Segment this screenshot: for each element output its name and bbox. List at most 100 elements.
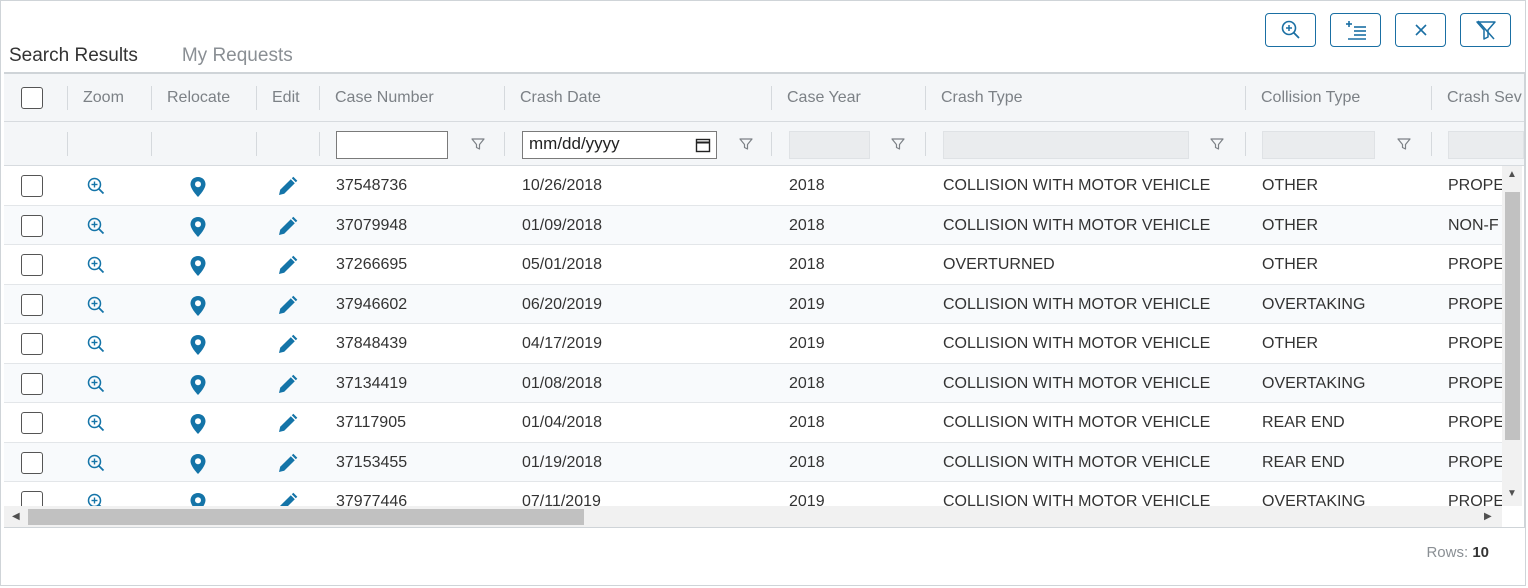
column-header-crash-severity[interactable]: Crash Sev: [1431, 74, 1524, 122]
table-row[interactable]: 37079948 01/09/2018 2018 COLLISION WITH …: [4, 205, 1502, 245]
map-pin-icon[interactable]: [189, 334, 207, 356]
map-pin-icon[interactable]: [189, 176, 207, 198]
crash-date-cell: 10/26/2018: [522, 177, 603, 194]
row-checkbox[interactable]: [21, 214, 43, 237]
close-results-button[interactable]: [1395, 13, 1446, 47]
collision-type-cell: OTHER: [1262, 177, 1318, 194]
column-divider: [1245, 132, 1246, 156]
case-year-cell: 2018: [789, 453, 825, 471]
crash-type-filter-input[interactable]: [943, 131, 1189, 159]
crash-date-filter-input[interactable]: mm/dd/yyyy: [522, 131, 717, 159]
filter-icon[interactable]: [470, 136, 486, 152]
table-row[interactable]: 37266695 05/01/2018 2018 OVERTURNED OTHE…: [4, 245, 1502, 285]
crash-date-cell: 01/19/2018: [522, 453, 603, 471]
scroll-down-arrow-icon[interactable]: ▼: [1507, 488, 1517, 499]
horizontal-scrollbar[interactable]: ◀ ▶: [4, 506, 1502, 527]
row-checkbox[interactable]: [21, 254, 43, 276]
column-header-zoom[interactable]: Zoom: [67, 74, 153, 122]
map-pin-icon[interactable]: [189, 492, 207, 506]
clear-filter-icon: [1475, 20, 1496, 40]
zoom-in-icon[interactable]: [86, 374, 106, 394]
zoom-in-icon[interactable]: [86, 453, 106, 473]
pencil-icon[interactable]: [276, 492, 298, 506]
crash-type-cell: COLLISION WITH MOTOR VEHICLE: [943, 414, 1211, 431]
row-checkbox[interactable]: [21, 175, 43, 197]
row-checkbox[interactable]: [21, 372, 43, 395]
filter-icon[interactable]: [1209, 136, 1225, 152]
pencil-icon[interactable]: [276, 413, 298, 435]
column-header-relocate[interactable]: Relocate: [151, 74, 257, 122]
pencil-icon[interactable]: [276, 374, 298, 396]
column-header-case-year[interactable]: Case Year: [771, 74, 925, 122]
map-pin-icon[interactable]: [189, 374, 207, 396]
column-divider: [1431, 132, 1432, 156]
zoom-in-icon[interactable]: [86, 295, 106, 315]
case-year-cell: 2018: [789, 216, 825, 234]
pencil-icon[interactable]: [276, 453, 298, 475]
calendar-icon[interactable]: [695, 137, 711, 153]
row-checkbox[interactable]: [21, 293, 43, 316]
row-checkbox[interactable]: [21, 451, 43, 474]
column-header-edit[interactable]: Edit: [256, 74, 320, 122]
zoom-in-icon[interactable]: [86, 255, 106, 275]
case-number-cell: 37266695: [336, 256, 408, 273]
select-all-checkbox[interactable]: [21, 87, 43, 109]
row-checkbox[interactable]: [21, 412, 43, 434]
crash-type-cell: COLLISION WITH MOTOR VEHICLE: [943, 177, 1211, 194]
pencil-icon[interactable]: [276, 255, 298, 277]
map-pin-icon[interactable]: [189, 295, 207, 317]
pencil-icon[interactable]: [276, 176, 298, 198]
vertical-scroll-thumb[interactable]: [1505, 192, 1520, 440]
table-row[interactable]: 37117905 01/04/2018 2018 COLLISION WITH …: [4, 403, 1502, 443]
crash-date-cell: 06/20/2019: [522, 295, 603, 313]
case-number-filter-input[interactable]: [336, 131, 448, 159]
table-row[interactable]: 37153455 01/19/2018 2018 COLLISION WITH …: [4, 442, 1502, 482]
map-pin-icon[interactable]: [189, 216, 207, 238]
clear-filters-button[interactable]: [1460, 13, 1511, 47]
pencil-icon[interactable]: [276, 295, 298, 317]
column-header-crash-type[interactable]: Crash Type: [925, 74, 1245, 122]
filter-icon[interactable]: [1396, 136, 1412, 152]
filter-icon[interactable]: [738, 136, 754, 152]
zoom-in-icon[interactable]: [86, 176, 106, 196]
collision-type-filter-input[interactable]: [1262, 131, 1375, 159]
column-header-collision-type[interactable]: Collision Type: [1245, 74, 1431, 122]
scroll-right-arrow-icon[interactable]: ▶: [1484, 511, 1492, 522]
zoom-in-icon[interactable]: [86, 413, 106, 433]
scroll-left-arrow-icon[interactable]: ◀: [12, 511, 20, 522]
table-row[interactable]: 37134419 01/08/2018 2018 COLLISION WITH …: [4, 363, 1502, 403]
row-checkbox[interactable]: [21, 491, 43, 506]
pencil-icon[interactable]: [276, 334, 298, 356]
crash-date-cell: 01/08/2018: [522, 374, 603, 392]
crash-type-cell: COLLISION WITH MOTOR VEHICLE: [943, 374, 1211, 392]
pencil-icon[interactable]: [276, 216, 298, 238]
row-checkbox[interactable]: [21, 333, 43, 355]
horizontal-scroll-thumb[interactable]: [28, 509, 584, 525]
column-header-crash-date[interactable]: Crash Date: [504, 74, 770, 122]
vertical-scrollbar[interactable]: ▲ ▼: [1502, 166, 1522, 506]
table-row[interactable]: 37946602 06/20/2019 2019 COLLISION WITH …: [4, 284, 1502, 324]
filter-icon[interactable]: [890, 136, 906, 152]
table-row[interactable]: 37548736 10/26/2018 2018 COLLISION WITH …: [4, 166, 1502, 206]
column-chooser-icon: [1345, 21, 1366, 40]
map-pin-icon[interactable]: [189, 453, 207, 475]
case-number-cell: 37848439: [336, 335, 408, 352]
crash-severity-filter-input[interactable]: [1448, 131, 1524, 159]
collision-type-cell: OVERTAKING: [1262, 493, 1366, 506]
column-chooser-button[interactable]: [1330, 13, 1381, 47]
zoom-to-results-button[interactable]: [1265, 13, 1316, 47]
crash-type-cell: OVERTURNED: [943, 256, 1055, 273]
crash-severity-cell: PROPE: [1448, 256, 1502, 273]
table-row[interactable]: 37848439 04/17/2019 2019 COLLISION WITH …: [4, 324, 1502, 364]
map-pin-icon[interactable]: [189, 413, 207, 435]
table-row[interactable]: 37977446 07/11/2019 2019 COLLISION WITH …: [4, 482, 1502, 506]
case-year-cell: 2018: [789, 374, 825, 392]
column-header-case-number[interactable]: Case Number: [319, 74, 503, 122]
case-year-filter-input[interactable]: [789, 131, 870, 159]
zoom-in-icon[interactable]: [86, 334, 106, 354]
map-pin-icon[interactable]: [189, 255, 207, 277]
zoom-in-icon[interactable]: [86, 492, 106, 506]
scroll-up-arrow-icon[interactable]: ▲: [1507, 169, 1517, 180]
zoom-in-icon[interactable]: [86, 216, 106, 236]
crash-date-cell: 07/11/2019: [522, 493, 601, 506]
